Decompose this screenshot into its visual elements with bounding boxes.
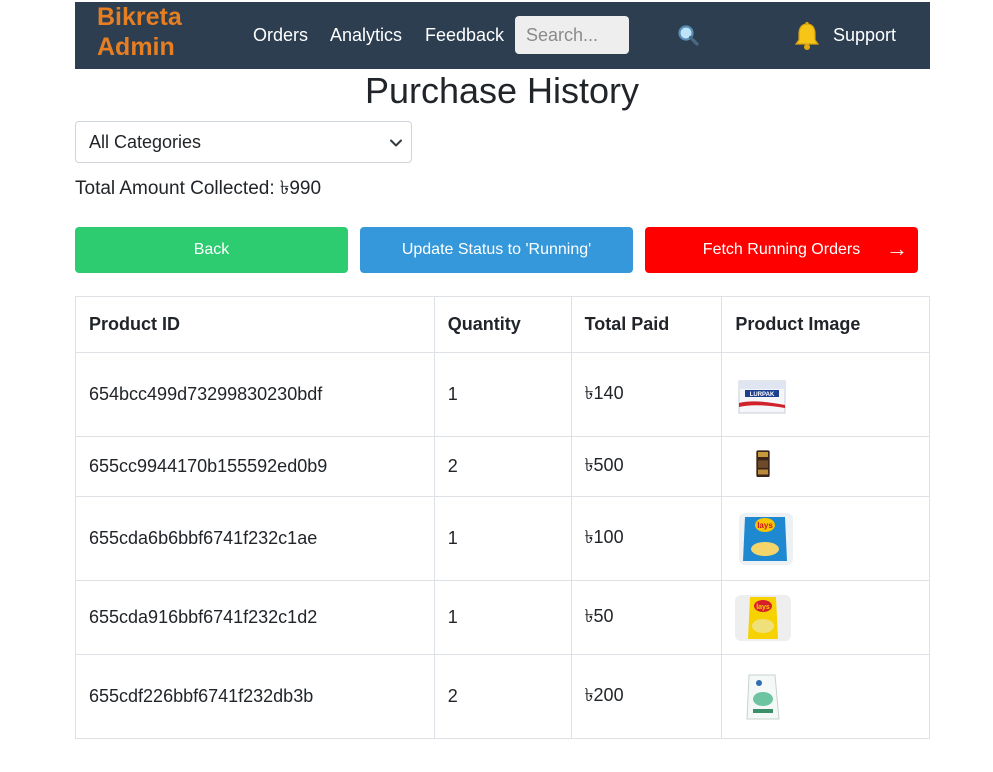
cell-total-paid: ৳100 [570, 496, 723, 581]
total-amount: Total Amount Collected: ৳990 [75, 178, 322, 199]
table-row: 655cda916bbf6741f232c1d2 1 ৳50 lays [75, 580, 930, 655]
bell-icon[interactable] [793, 21, 821, 51]
table-header-row: Product ID Quantity Total Paid Product I… [75, 296, 930, 353]
support-link[interactable]: Support [833, 24, 896, 46]
cell-quantity: 1 [433, 496, 572, 581]
table-row: 655cc9944170b155592ed0b9 2 ৳500 [75, 436, 930, 497]
cell-product-id: 655cda6b6bbf6741f232c1ae [75, 496, 435, 581]
cell-total-paid: ৳200 [570, 654, 723, 739]
cell-product-image: LURPAK [721, 352, 930, 437]
cell-product-image [721, 436, 930, 497]
nav-analytics[interactable]: Analytics [330, 24, 402, 46]
back-button[interactable]: Back [75, 227, 348, 273]
chevron-down-icon [390, 139, 402, 147]
brand-line1: Bikreta [97, 3, 182, 31]
cell-total-paid: ৳50 [570, 580, 723, 655]
table-row: 655cdf226bbf6741f232db3b 2 ৳200 [75, 654, 930, 739]
cell-product-id: 655cdf226bbf6741f232db3b [75, 654, 435, 739]
cell-product-id: 655cda916bbf6741f232c1d2 [75, 580, 435, 655]
cell-quantity: 2 [433, 654, 572, 739]
chips-yellow-bag-image: lays [735, 594, 792, 641]
search-icon[interactable] [675, 22, 703, 50]
butter-pack-image: LURPAK [738, 380, 786, 413]
cell-product-id: 655cc9944170b155592ed0b9 [75, 436, 435, 497]
search-input[interactable] [515, 16, 629, 54]
top-navbar: Bikreta Admin Orders Analytics Feedback … [75, 2, 930, 69]
cell-product-image [721, 654, 930, 739]
nav-feedback[interactable]: Feedback [425, 24, 504, 46]
cell-total-paid: ৳500 [570, 436, 723, 497]
fetch-running-orders-button[interactable]: Fetch Running Orders → [645, 227, 918, 273]
brand-logo[interactable]: Bikreta Admin [97, 2, 182, 62]
brand-line2: Admin [97, 33, 175, 61]
coffee-bag-image [756, 449, 770, 477]
cell-product-id: 654bcc499d73299830230bdf [75, 352, 435, 437]
header-product-id: Product ID [75, 296, 435, 353]
nav-orders[interactable]: Orders [253, 24, 308, 46]
cell-product-image: lays [721, 580, 930, 655]
page-title: Purchase History [364, 70, 640, 111]
update-status-button[interactable]: Update Status to 'Running' [360, 227, 633, 273]
cell-quantity: 2 [433, 436, 572, 497]
cell-total-paid: ৳140 [570, 352, 723, 437]
fetch-button-label: Fetch Running Orders [702, 241, 861, 258]
table-row: 654bcc499d73299830230bdf 1 ৳140 LURPAK [75, 352, 930, 437]
svg-text:LURPAK: LURPAK [750, 392, 775, 398]
cell-quantity: 1 [433, 352, 572, 437]
purchase-table: Product ID Quantity Total Paid Product I… [75, 296, 930, 739]
chips-blue-bag-image: lays [739, 512, 794, 565]
cell-product-image: lays [721, 496, 930, 581]
table-row: 655cda6b6bbf6741f232c1ae 1 ৳100 lays [75, 496, 930, 581]
milk-pouch-image [746, 674, 780, 719]
category-selected-value: All Categories [89, 132, 202, 152]
header-product-image: Product Image [721, 296, 930, 353]
category-select[interactable]: All Categories [75, 121, 412, 163]
header-quantity: Quantity [433, 296, 572, 353]
cell-quantity: 1 [433, 580, 572, 655]
arrow-right-icon: → [886, 236, 908, 261]
svg-text:lays: lays [758, 521, 774, 530]
svg-text:lays: lays [757, 604, 771, 611]
header-total-paid: Total Paid [570, 296, 723, 353]
